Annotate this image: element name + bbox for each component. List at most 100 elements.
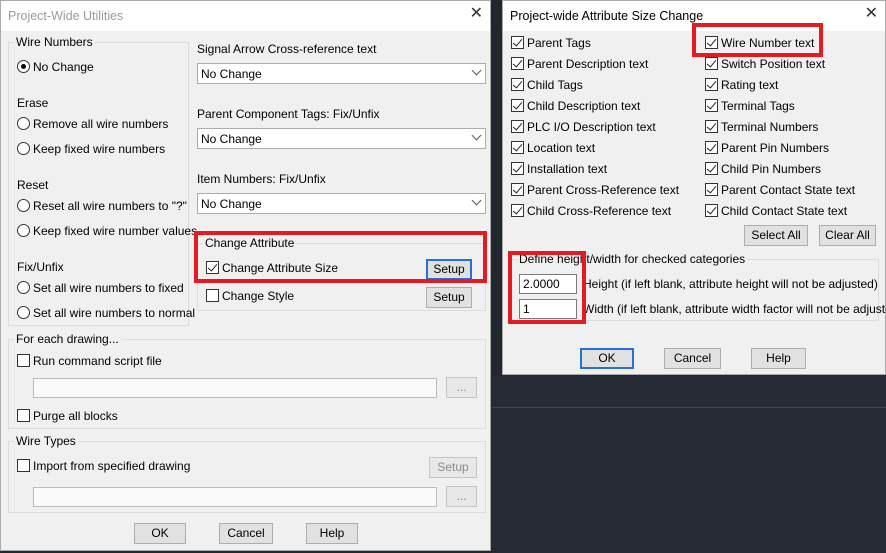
fix-unfix-heading: Fix/Unfix [17,260,64,274]
item-numbers-dropdown[interactable]: No Change [197,193,486,214]
purge-label: Purge all blocks [33,409,118,423]
category-checkbox[interactable] [511,204,524,217]
keep-fixed-label: Keep fixed wire numbers [33,142,166,156]
category-checkbox[interactable] [705,99,718,112]
set-fixed-label: Set all wire numbers to fixed [33,281,184,295]
category-checkbox[interactable] [705,183,718,196]
run-script-label: Run command script file [33,354,162,368]
script-file-field[interactable] [33,378,437,398]
import-file-field[interactable] [33,487,437,507]
category-checkbox[interactable] [705,57,718,70]
set-normal-radio[interactable] [17,306,30,319]
cancel-button[interactable]: Cancel [219,523,273,544]
reset-all-label: Reset all wire numbers to "?" [33,199,187,213]
keep-fixed-values-radio[interactable] [17,224,30,237]
category-checkbox[interactable] [705,141,718,154]
highlight-change-attribute-size [194,231,487,283]
clear-all-button[interactable]: Clear All [819,225,876,246]
ok-button[interactable]: OK [134,523,186,544]
category-label: Parent Tags [527,36,591,50]
setup-style-button[interactable]: Setup [426,287,472,308]
category-label: Parent Pin Numbers [721,141,830,155]
attribute-size-change-dialog: Project-wide Attribute Size Change ✕ Par… [502,0,886,375]
no-change-radio[interactable] [17,60,30,73]
set-normal-label: Set all wire numbers to normal [33,306,196,320]
keep-fixed-values-label: Keep fixed wire number values [33,224,198,238]
browse-import-button[interactable]: ... [446,486,477,507]
item-numbers-value: No Change [201,197,262,211]
signal-arrow-dropdown[interactable]: No Change [197,63,486,84]
signal-arrow-value: No Change [201,67,262,81]
help-button[interactable]: Help [306,523,358,544]
category-label: Installation text [527,162,608,176]
keep-fixed-radio[interactable] [17,142,30,155]
item-numbers-label: Item Numbers: Fix/Unfix [197,172,326,186]
category-label: Child Pin Numbers [721,162,822,176]
help-button[interactable]: Help [751,348,806,369]
remove-all-label: Remove all wire numbers [33,117,169,131]
category-checkbox[interactable] [511,99,524,112]
parent-tags-label: Parent Component Tags: Fix/Unfix [197,107,380,121]
category-checkbox[interactable] [705,204,718,217]
title-bar: Project-Wide Utilities ✕ [1,1,490,31]
category-checkbox[interactable] [511,36,524,49]
width-label: Width (if left blank, attribute width fa… [583,302,886,316]
import-label: Import from specified drawing [33,459,191,473]
category-checkbox[interactable] [511,183,524,196]
category-label: Parent Description text [527,57,649,71]
import-checkbox[interactable] [17,459,30,472]
category-checkbox[interactable] [511,120,524,133]
wire-types-label: Wire Types [14,434,78,448]
reset-all-radio[interactable] [17,199,30,212]
category-label: Parent Contact State text [721,183,856,197]
purge-checkbox[interactable] [17,409,30,422]
category-label: Terminal Tags [721,99,795,113]
for-each-drawing-label: For each drawing... [14,332,121,346]
category-label: Switch Position text [721,57,826,71]
no-change-label: No Change [33,60,94,74]
height-label: Height (if left blank, attribute height … [583,277,878,291]
parent-tags-value: No Change [201,132,262,146]
wire-numbers-label: Wire Numbers [14,35,95,49]
chevron-down-icon [471,65,482,76]
category-checkbox[interactable] [511,78,524,91]
wire-types-setup-button[interactable]: Setup [429,457,477,478]
category-label: Child Contact State text [721,204,848,218]
category-checkbox[interactable] [705,78,718,91]
category-checkbox[interactable] [705,162,718,175]
category-label: Child Cross-Reference text [527,204,672,218]
category-label: Child Tags [527,78,583,92]
category-checkbox[interactable] [705,120,718,133]
cad-canvas [492,376,886,553]
remove-all-radio[interactable] [17,117,30,130]
browse-script-button[interactable]: ... [446,377,477,398]
select-all-button[interactable]: Select All [744,225,808,246]
category-checkbox[interactable] [511,57,524,70]
highlight-wire-number-text [692,23,823,57]
dialog-title: Project-Wide Utilities [8,9,124,23]
run-script-checkbox[interactable] [17,354,30,367]
project-wide-utilities-dialog: Project-Wide Utilities ✕ Wire Numbers No… [0,0,491,551]
ok-button[interactable]: OK [580,348,634,369]
set-fixed-radio[interactable] [17,281,30,294]
dialog-title: Project-wide Attribute Size Change [510,9,704,23]
cad-red-line [492,407,886,408]
category-label: Child Description text [527,99,641,113]
category-label: Rating text [721,78,779,92]
highlight-height-width-inputs [508,251,586,324]
category-checkbox[interactable] [511,162,524,175]
erase-heading: Erase [17,96,49,110]
change-style-checkbox[interactable] [206,289,219,302]
close-icon[interactable]: ✕ [470,6,483,22]
parent-tags-dropdown[interactable]: No Change [197,128,486,149]
chevron-down-icon [471,130,482,141]
chevron-down-icon [471,195,482,206]
category-label: Location text [527,141,596,155]
category-checkbox[interactable] [511,141,524,154]
close-icon[interactable]: ✕ [865,6,878,22]
signal-arrow-label: Signal Arrow Cross-reference text [197,42,377,56]
reset-heading: Reset [17,178,49,192]
cancel-button[interactable]: Cancel [664,348,721,369]
category-label: Terminal Numbers [721,120,819,134]
category-label: Parent Cross-Reference text [527,183,680,197]
